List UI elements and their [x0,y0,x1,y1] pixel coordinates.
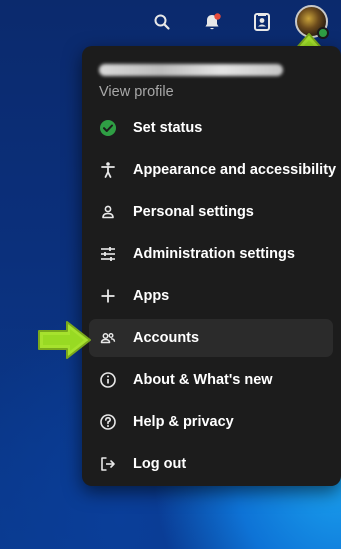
search-button[interactable] [148,8,176,36]
menu-item-apps[interactable]: Apps [89,277,333,315]
user-menu: View profile Set status Appearance and a… [82,46,341,486]
menu-item-label: Personal settings [133,204,254,220]
menu-item-label: About & What's new [133,372,273,388]
menu-item-help-privacy[interactable]: Help & privacy [89,403,333,441]
accessibility-icon [98,160,118,180]
sliders-icon [98,244,118,264]
plus-icon [98,286,118,306]
menu-item-label: Accounts [133,330,200,346]
accounts-icon [98,328,118,348]
menu-item-personal-settings[interactable]: Personal settings [89,193,333,231]
menu-item-label: Help & privacy [133,414,234,430]
contacts-icon [254,13,270,31]
menu-item-appearance[interactable]: Appearance and accessibility [89,151,337,189]
menu-item-set-status[interactable]: Set status [89,109,333,147]
logout-icon [98,454,118,474]
check-circle-icon [98,118,118,138]
menu-item-administration-settings[interactable]: Administration settings [89,235,333,273]
menu-item-label: Apps [133,288,170,304]
menu-item-about[interactable]: About & What's new [89,361,333,399]
help-icon [98,412,118,432]
notifications-button[interactable] [198,8,226,36]
search-icon [154,14,170,30]
menu-item-log-out[interactable]: Log out [89,445,333,483]
view-profile-link[interactable]: View profile [99,84,174,100]
menu-item-label: Appearance and accessibility [133,162,337,178]
menu-item-label: Log out [133,456,187,472]
menu-item-accounts[interactable]: Accounts [89,319,333,357]
profile-name-redacted [99,64,283,76]
contacts-button[interactable] [248,8,276,36]
menu-item-label: Set status [133,120,203,136]
notifications-icon [205,13,221,30]
menu-item-label: Administration settings [133,246,295,262]
info-icon [98,370,118,390]
person-icon [98,202,118,222]
hint-arrow-right-icon [38,321,91,359]
